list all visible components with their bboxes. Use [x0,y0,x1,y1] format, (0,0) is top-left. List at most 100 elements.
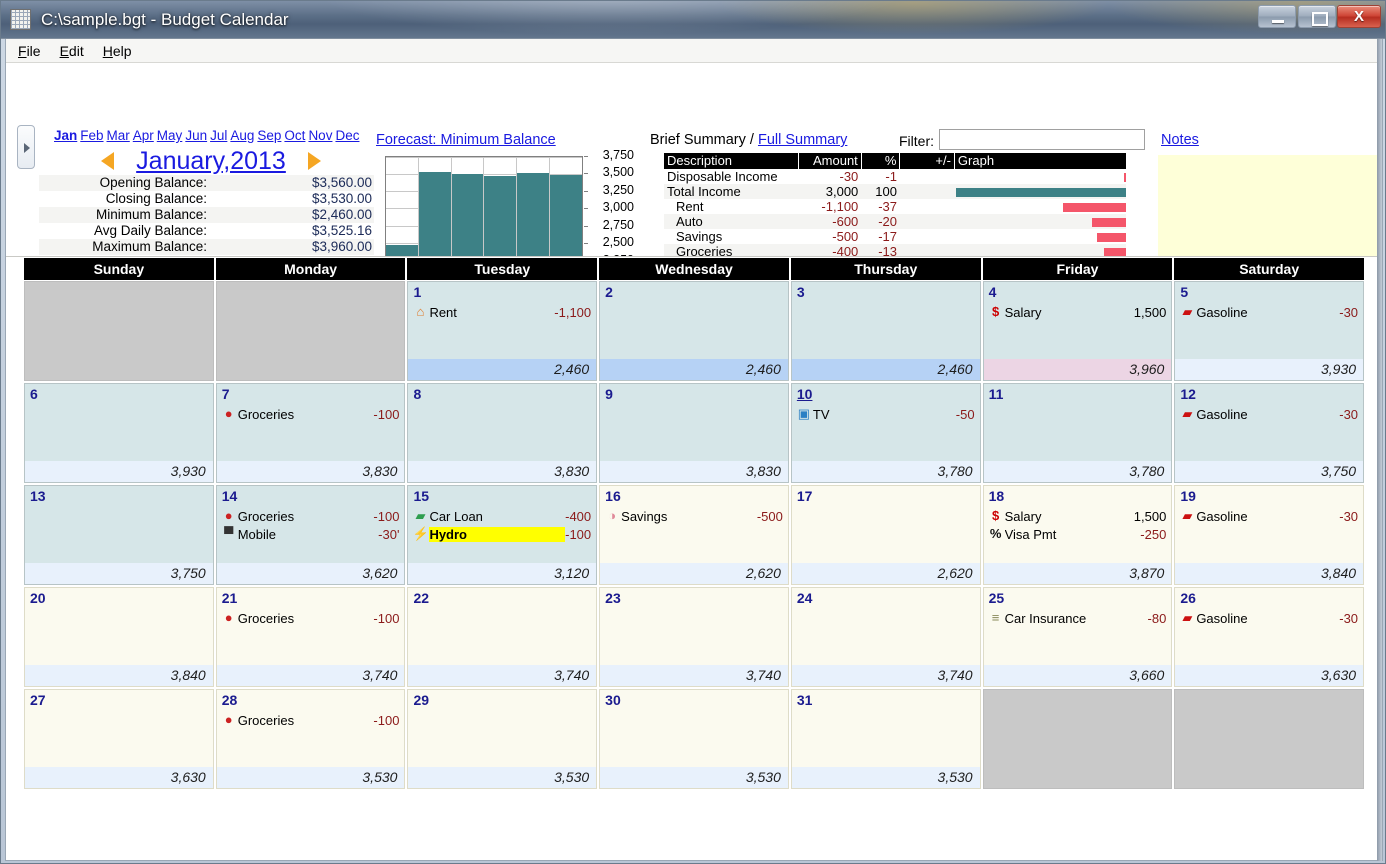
summary-row[interactable]: Groceries-400-13 [664,244,1126,257]
summary-col-header[interactable]: Amount [799,153,862,169]
summary-col-header[interactable]: Graph [954,153,1126,169]
month-link-jun[interactable]: Jun [185,128,207,143]
calendar-day-cell[interactable]: 21●Groceries-1003,740 [216,587,406,687]
month-title[interactable]: January,2013 [136,147,286,175]
calendar-day-cell[interactable]: 12▰Gasoline-303,750 [1174,383,1364,483]
summary-row[interactable]: Savings-500-17 [664,229,1126,244]
filter-input[interactable] [939,129,1145,150]
month-link-nov[interactable]: Nov [308,128,332,143]
calendar-day-cell[interactable]: 303,530 [599,689,789,789]
calendar-event[interactable]: ≡Car Insurance-80 [988,609,1167,627]
calendar-event[interactable]: ◑Savings-500 [604,507,783,525]
calendar-day-cell[interactable]: 172,620 [791,485,981,585]
calendar-day-cell[interactable]: 223,740 [407,587,597,687]
calendar-day-cell[interactable]: 243,740 [791,587,981,687]
calendar-event[interactable]: ●Groceries-100 [221,507,400,525]
month-link-sep[interactable]: Sep [257,128,281,143]
calendar-day-cell[interactable]: 28●Groceries-1003,530 [216,689,406,789]
summary-col-header[interactable]: % [861,153,900,169]
event-amount: -1,100 [554,305,591,320]
calendar-day-cell[interactable]: 93,830 [599,383,789,483]
month-link-oct[interactable]: Oct [284,128,305,143]
calendar-day-cell[interactable]: 233,740 [599,587,789,687]
notes-link[interactable]: Notes [1161,132,1199,148]
month-link-apr[interactable]: Apr [133,128,154,143]
vertical-scrollbar[interactable] [1377,39,1382,861]
calendar-day-cell[interactable]: 293,530 [407,689,597,789]
day-number: 11 [989,386,1004,402]
calendar-day-cell[interactable]: 32,460 [791,281,981,381]
summary-col-header[interactable]: Description [664,153,799,169]
summary-row[interactable]: Total Income3,000100 [664,184,1126,199]
chart-bar-column [386,157,419,257]
summary-row[interactable]: Disposable Income-30-1 [664,169,1126,184]
month-link-jan[interactable]: Jan [54,128,77,143]
calendar-day-cell[interactable]: 7●Groceries-1003,830 [216,383,406,483]
calendar-day-cell[interactable]: 1⌂Rent-1,1002,460 [407,281,597,381]
bolt-icon: ⚡ [412,526,428,542]
calendar-day-cell[interactable]: 18$Salary1,500%Visa Pmt-2503,870 [983,485,1173,585]
calendar-day-cell[interactable]: 26▰Gasoline-303,630 [1174,587,1364,687]
balance-label: Closing Balance: [39,191,209,207]
notes-area[interactable] [1158,155,1382,257]
calendar-day-cell[interactable]: 10▣TV-503,780 [791,383,981,483]
minimize-button[interactable] [1258,5,1296,28]
close-button[interactable]: X [1337,5,1381,28]
prev-month-button[interactable] [101,152,114,170]
calendar-event[interactable]: ▰Gasoline-30 [1179,609,1358,627]
calendar-event[interactable]: %Visa Pmt-250 [988,525,1167,543]
month-link-dec[interactable]: Dec [335,128,359,143]
calendar-day-cell[interactable]: 313,530 [791,689,981,789]
full-summary-link[interactable]: Full Summary [758,132,847,148]
summary-amount: -600 [799,214,862,229]
calendar-event[interactable]: ▰Gasoline-30 [1179,405,1358,423]
summary-col-header[interactable]: +/- [900,153,954,169]
calendar-day-cell[interactable]: 203,840 [24,587,214,687]
calendar-week-row: 63,9307●Groceries-1003,83083,83093,83010… [24,383,1364,483]
calendar-event[interactable]: ●Groceries-100 [221,405,400,423]
month-link-aug[interactable]: Aug [230,128,254,143]
calendar-event[interactable]: ●Groceries-100 [221,711,400,729]
maximize-button[interactable] [1298,5,1336,28]
summary-amount: -500 [799,229,862,244]
calendar-event[interactable]: ▰Car Loan-400 [412,507,591,525]
calendar-day-cell[interactable]: 63,930 [24,383,214,483]
calendar-event[interactable]: ▰Gasoline-30 [1179,507,1358,525]
summary-row[interactable]: Auto-600-20 [664,214,1126,229]
calendar-week-row: 1⌂Rent-1,1002,46022,46032,4604$Salary1,5… [24,281,1364,381]
month-link-feb[interactable]: Feb [80,128,103,143]
day-balance: 3,530 [217,767,405,788]
calendar-event[interactable]: ●Groceries-100 [221,609,400,627]
month-link-jul[interactable]: Jul [210,128,227,143]
calendar-day-cell[interactable]: 83,830 [407,383,597,483]
summary-row[interactable]: Rent-1,100-37 [664,199,1126,214]
calendar-event[interactable]: $Salary1,500 [988,303,1167,321]
calendar-event[interactable]: ⌂Rent-1,100 [412,303,591,321]
month-link-mar[interactable]: Mar [107,128,130,143]
calendar-event[interactable]: ⚡Hydro-100 [412,525,591,543]
forecast-link[interactable]: Forecast: Minimum Balance [376,132,556,148]
calendar-day-cell[interactable]: 113,780 [983,383,1173,483]
calendar-day-cell[interactable]: 19▰Gasoline-303,840 [1174,485,1364,585]
calendar-event[interactable]: ▰Gasoline-30 [1179,303,1358,321]
panel-collapse-handle[interactable] [17,125,35,169]
calendar-day-cell[interactable]: 4$Salary1,5003,960 [983,281,1173,381]
calendar-day-cell[interactable]: 133,750 [24,485,214,585]
calendar-event[interactable]: ▀Mobile-30' [221,525,400,543]
menu-file[interactable]: File [18,43,41,59]
calendar-day-cell[interactable]: 273,630 [24,689,214,789]
calendar-event[interactable]: ▣TV-50 [796,405,975,423]
menu-help[interactable]: Help [103,43,132,59]
calendar-day-cell[interactable]: 15▰Car Loan-400⚡Hydro-1003,120 [407,485,597,585]
next-month-button[interactable] [308,152,321,170]
calendar-day-cell[interactable]: 16◑Savings-5002,620 [599,485,789,585]
filter-label: Filter: [899,133,934,149]
weekday-header-tuesday: Tuesday [407,258,599,280]
calendar-event[interactable]: $Salary1,500 [988,507,1167,525]
calendar-day-cell[interactable]: 5▰Gasoline-303,930 [1174,281,1364,381]
menu-edit[interactable]: Edit [60,43,84,59]
calendar-day-cell[interactable]: 14●Groceries-100▀Mobile-30'3,620 [216,485,406,585]
calendar-day-cell[interactable]: 22,460 [599,281,789,381]
month-link-may[interactable]: May [157,128,183,143]
calendar-day-cell[interactable]: 25≡Car Insurance-803,660 [983,587,1173,687]
